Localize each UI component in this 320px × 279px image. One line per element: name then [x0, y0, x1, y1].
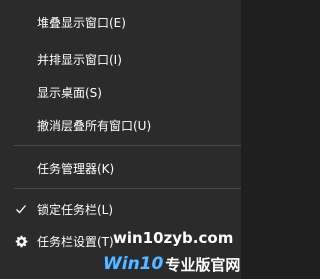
menu-item-label: 撤消层叠所有窗口(U): [37, 118, 152, 133]
menu-separator: [14, 188, 241, 189]
menu-item-label: 并排显示窗口(I): [37, 52, 122, 67]
menu-item-label: 堆叠显示窗口(E): [37, 15, 126, 30]
menu-item-taskbar-settings[interactable]: 任务栏设置(T): [0, 227, 241, 255]
menu-separator: [14, 145, 241, 146]
menu-item-side-by-side-windows[interactable]: 并排显示窗口(I): [0, 45, 241, 73]
menu-item-lock-taskbar[interactable]: 锁定任务栏(L): [0, 195, 241, 223]
menu-item-label: 显示桌面(S): [37, 85, 102, 100]
checkmark-icon: [14, 202, 28, 216]
menu-item-task-manager[interactable]: 任务管理器(K): [0, 154, 241, 182]
gear-icon: [14, 234, 28, 248]
taskbar-context-menu: 堆叠显示窗口(E) 并排显示窗口(I) 显示桌面(S) 撤消层叠所有窗口(U) …: [0, 0, 241, 279]
menu-item-show-desktop[interactable]: 显示桌面(S): [0, 78, 241, 106]
menu-item-undo-cascade[interactable]: 撤消层叠所有窗口(U): [0, 111, 241, 139]
menu-item-label: 任务管理器(K): [37, 161, 115, 176]
menu-item-label: 任务栏设置(T): [37, 234, 114, 249]
menu-item-cascade-windows[interactable]: 堆叠显示窗口(E): [0, 8, 241, 36]
menu-item-label: 锁定任务栏(L): [37, 202, 114, 217]
